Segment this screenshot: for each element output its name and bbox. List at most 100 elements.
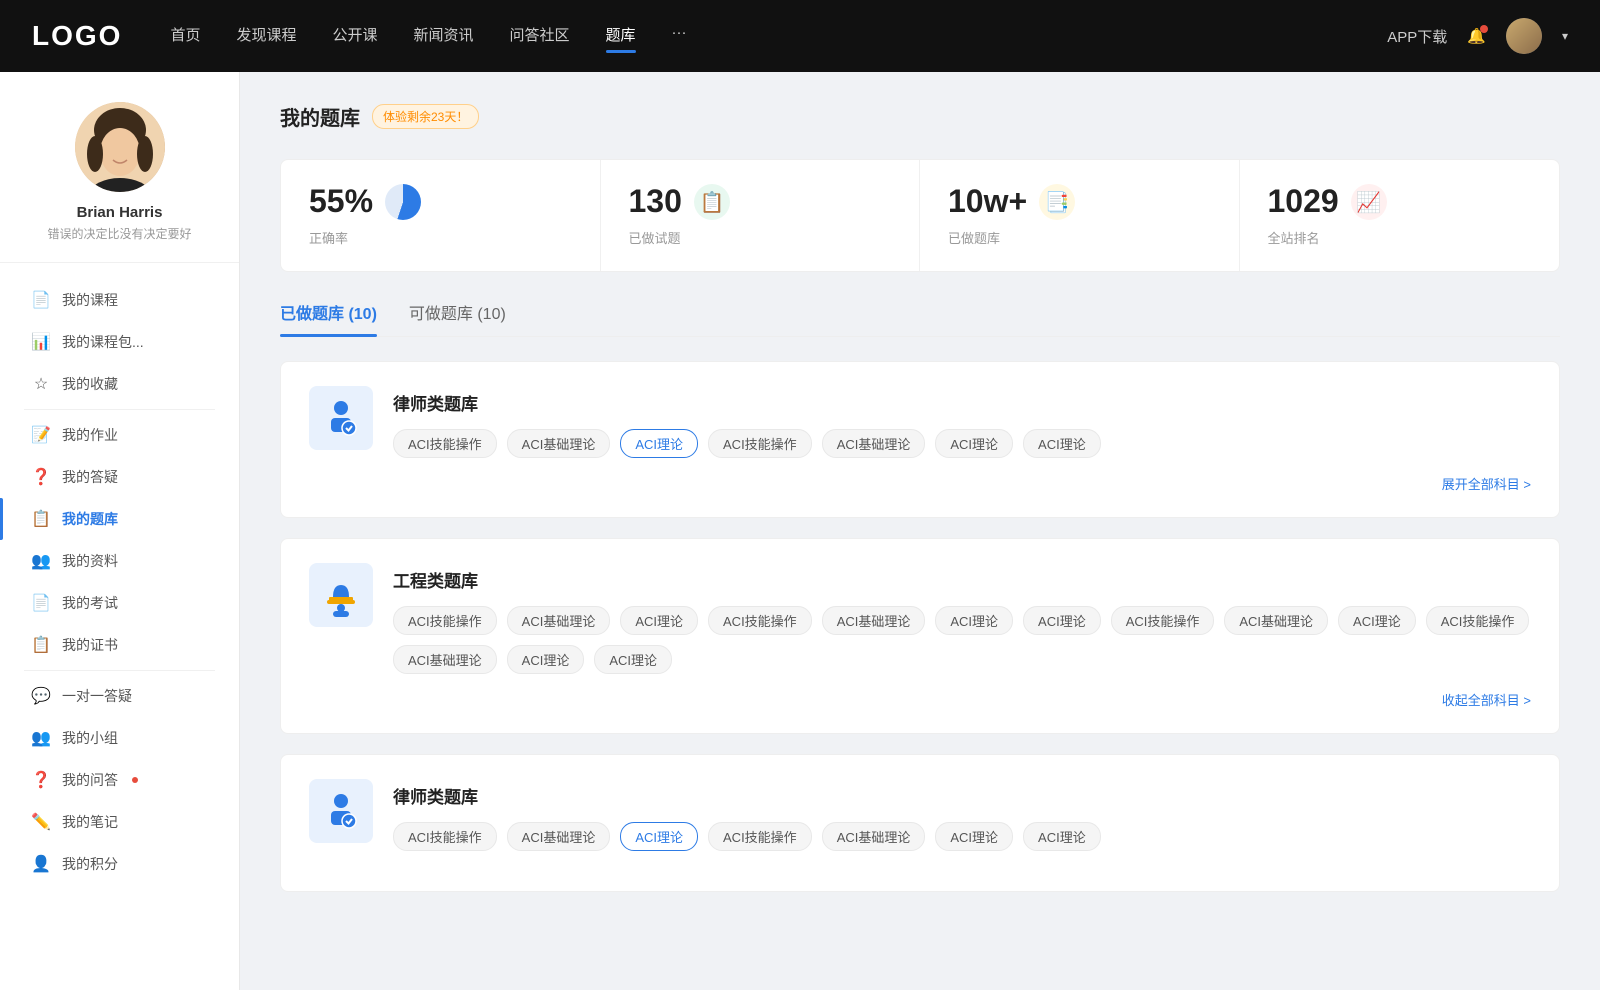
logo[interactable]: LOGO: [32, 20, 122, 52]
qbank-header-3: 律师类题库 ACI技能操作 ACI基础理论 ACI理论 ACI技能操作 ACI基…: [309, 779, 1531, 851]
qa-icon: ❓: [32, 468, 50, 486]
sidebar-item-notes[interactable]: ✏️ 我的笔记: [0, 801, 239, 843]
app-download-button[interactable]: APP下载: [1387, 26, 1447, 47]
my-courses-icon: 📄: [32, 291, 50, 309]
sidebar-item-course-packages[interactable]: 📊 我的课程包...: [0, 321, 239, 363]
sidebar-item-my-qa[interactable]: ❓ 我的答疑: [0, 456, 239, 498]
pie-chart-icon: [385, 184, 421, 220]
tag-3-1[interactable]: ACI基础理论: [507, 822, 611, 851]
sidebar-label: 我的积分: [62, 854, 118, 874]
navbar-right: APP下载 🔔 ▾: [1387, 18, 1568, 54]
sidebar-divider-1: [24, 409, 215, 410]
tag-1-6[interactable]: ACI理论: [1023, 429, 1101, 458]
certificates-icon: 📋: [32, 636, 50, 654]
sidebar-item-exams[interactable]: 📄 我的考试: [0, 582, 239, 624]
main-content: 我的题库 体验剩余23天！ 55% 正确率 130 📋 已做试题: [240, 72, 1600, 990]
sidebar-username: Brian Harris: [77, 204, 163, 221]
avatar[interactable]: [1506, 18, 1542, 54]
sidebar-item-qbank[interactable]: 📋 我的题库: [0, 498, 239, 540]
tag-2-11[interactable]: ACI基础理论: [393, 645, 497, 674]
sidebar-item-one-on-one[interactable]: 💬 一对一答疑: [0, 675, 239, 717]
stat-ranking-value: 1029: [1268, 184, 1339, 219]
qbank-expand-1[interactable]: 展开全部科目 >: [309, 474, 1531, 493]
tag-2-2[interactable]: ACI理论: [620, 606, 698, 635]
sidebar-item-my-courses[interactable]: 📄 我的课程: [0, 279, 239, 321]
sidebar-motto: 错误的决定比没有决定要好: [47, 225, 191, 242]
qbank-card-lawyer-2: 律师类题库 ACI技能操作 ACI基础理论 ACI理论 ACI技能操作 ACI基…: [280, 754, 1560, 892]
stat-done-banks: 10w+ 📑 已做题库: [920, 160, 1240, 271]
tag-2-13[interactable]: ACI理论: [594, 645, 672, 674]
stat-accuracy-top: 55%: [309, 184, 572, 220]
homework-icon: 📝: [32, 426, 50, 444]
tag-1-3[interactable]: ACI技能操作: [708, 429, 812, 458]
tag-2-12[interactable]: ACI理论: [507, 645, 585, 674]
sidebar-profile: Brian Harris 错误的决定比没有决定要好: [0, 102, 239, 263]
stat-ranking-label: 全站排名: [1268, 228, 1532, 247]
tag-3-3[interactable]: ACI技能操作: [708, 822, 812, 851]
stat-done-label: 已做试题: [629, 228, 892, 247]
sidebar-label: 一对一答疑: [62, 686, 132, 706]
tab-available-banks[interactable]: 可做题库 (10): [409, 300, 506, 336]
nav-qa[interactable]: 问答社区: [510, 24, 570, 49]
nav-news[interactable]: 新闻资讯: [414, 24, 474, 49]
sidebar-label: 我的问答: [62, 770, 118, 790]
notification-bell[interactable]: 🔔: [1467, 27, 1486, 45]
lawyer-svg-2: [319, 789, 363, 833]
nav-more[interactable]: ···: [672, 24, 687, 49]
tag-2-5[interactable]: ACI理论: [935, 606, 1013, 635]
nav-discover[interactable]: 发现课程: [236, 24, 296, 49]
tab-done-banks[interactable]: 已做题库 (10): [280, 300, 377, 336]
page-layout: Brian Harris 错误的决定比没有决定要好 📄 我的课程 📊 我的课程包…: [0, 72, 1600, 990]
sidebar-item-questions[interactable]: ❓ 我的问答: [0, 759, 239, 801]
sidebar-item-groups[interactable]: 👥 我的小组: [0, 717, 239, 759]
tag-2-0[interactable]: ACI技能操作: [393, 606, 497, 635]
tag-1-5[interactable]: ACI理论: [935, 429, 1013, 458]
sidebar-item-certificates[interactable]: 📋 我的证书: [0, 624, 239, 666]
qbank-title-1: 律师类题库: [393, 386, 1531, 415]
sidebar-item-points[interactable]: 👤 我的积分: [0, 843, 239, 885]
tag-3-4[interactable]: ACI基础理论: [822, 822, 926, 851]
tag-2-7[interactable]: ACI技能操作: [1111, 606, 1215, 635]
qbank-icon: 📋: [32, 510, 50, 528]
stat-banks-value: 10w+: [948, 184, 1027, 219]
nav-home[interactable]: 首页: [170, 24, 200, 49]
tag-1-2[interactable]: ACI理论: [620, 429, 698, 458]
tag-1-1[interactable]: ACI基础理论: [507, 429, 611, 458]
trial-badge: 体验剩余23天！: [372, 104, 479, 129]
qbank-engineer-icon: [309, 563, 373, 627]
sidebar-item-homework[interactable]: 📝 我的作业: [0, 414, 239, 456]
one-on-one-icon: 💬: [32, 687, 50, 705]
page-header: 我的题库 体验剩余23天！: [280, 102, 1560, 131]
stat-accuracy: 55% 正确率: [281, 160, 601, 271]
qbank-header-2: 工程类题库 ACI技能操作 ACI基础理论 ACI理论 ACI技能操作 ACI基…: [309, 563, 1531, 674]
nav-qbank[interactable]: 题库: [606, 24, 636, 49]
qbank-tags-3: ACI技能操作 ACI基础理论 ACI理论 ACI技能操作 ACI基础理论 AC…: [393, 822, 1531, 851]
tag-3-2[interactable]: ACI理论: [620, 822, 698, 851]
qbank-tags-1: ACI技能操作 ACI基础理论 ACI理论 ACI技能操作 ACI基础理论 AC…: [393, 429, 1531, 458]
sidebar-item-favorites[interactable]: ☆ 我的收藏: [0, 363, 239, 405]
avatar-svg: [75, 102, 165, 192]
tag-2-9[interactable]: ACI理论: [1338, 606, 1416, 635]
lawyer-svg-1: [319, 396, 363, 440]
avatar-chevron-icon[interactable]: ▾: [1562, 29, 1568, 43]
tag-1-4[interactable]: ACI基础理论: [822, 429, 926, 458]
tag-2-10[interactable]: ACI技能操作: [1426, 606, 1530, 635]
qbank-content-3: 律师类题库 ACI技能操作 ACI基础理论 ACI理论 ACI技能操作 ACI基…: [393, 779, 1531, 851]
nav-open-course[interactable]: 公开课: [332, 24, 377, 49]
tag-3-5[interactable]: ACI理论: [935, 822, 1013, 851]
tag-3-6[interactable]: ACI理论: [1023, 822, 1101, 851]
course-packages-icon: 📊: [32, 333, 50, 351]
stat-done-questions: 130 📋 已做试题: [601, 160, 921, 271]
stat-accuracy-label: 正确率: [309, 228, 572, 247]
tag-2-3[interactable]: ACI技能操作: [708, 606, 812, 635]
sidebar-item-materials[interactable]: 👥 我的资料: [0, 540, 239, 582]
tag-2-1[interactable]: ACI基础理论: [507, 606, 611, 635]
tag-3-0[interactable]: ACI技能操作: [393, 822, 497, 851]
tag-2-4[interactable]: ACI基础理论: [822, 606, 926, 635]
sidebar-label: 我的课程: [62, 290, 118, 310]
tag-1-0[interactable]: ACI技能操作: [393, 429, 497, 458]
tag-2-6[interactable]: ACI理论: [1023, 606, 1101, 635]
navbar-menu: 首页 发现课程 公开课 新闻资讯 问答社区 题库 ···: [170, 24, 1387, 49]
qbank-collapse-2[interactable]: 收起全部科目 >: [309, 690, 1531, 709]
tag-2-8[interactable]: ACI基础理论: [1224, 606, 1328, 635]
